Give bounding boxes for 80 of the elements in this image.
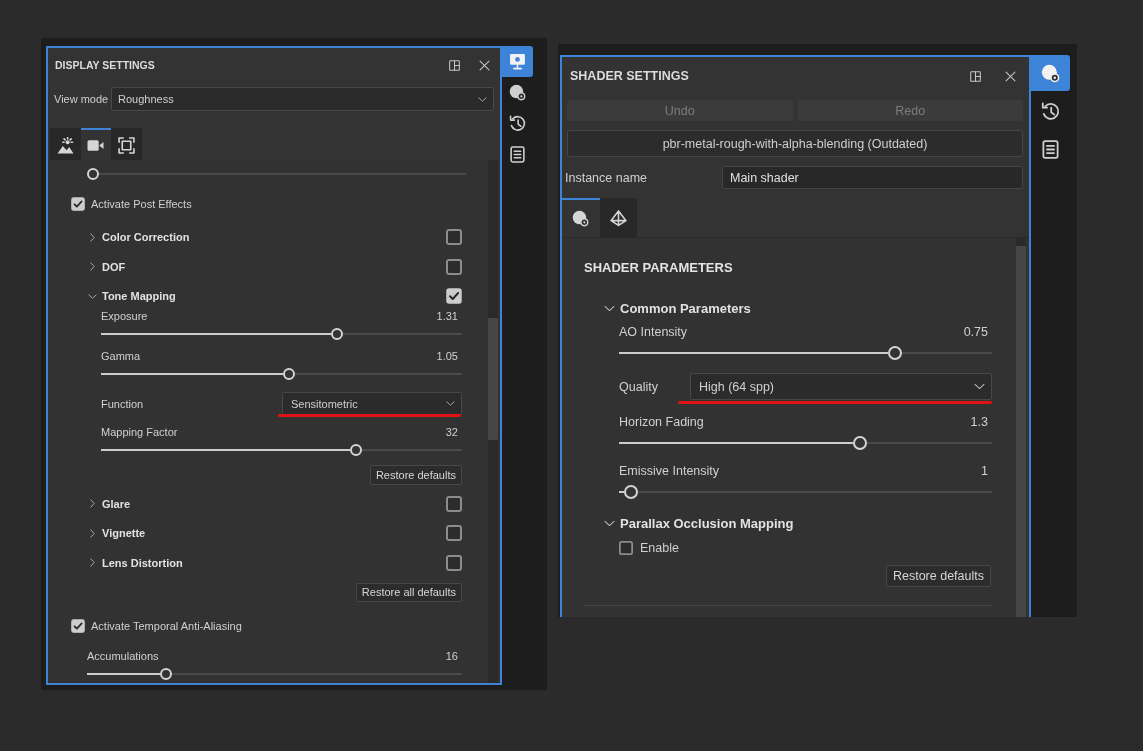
checkbox[interactable] [446,229,462,245]
checkbox[interactable] [446,258,462,275]
slider-value: 1.31 [436,310,459,322]
field-label: Quality [619,378,659,396]
slider-label: Gamma [101,350,141,362]
slider-value: 1.3 [970,415,989,429]
restore-defaults-button[interactable]: Restore defaults [369,465,462,485]
field-label: View mode [54,93,110,105]
dropdown[interactable]: High (64 spp) [690,373,992,400]
scrollbar-thumb[interactable] [488,318,498,440]
slider-label: Accumulations [87,649,159,662]
field-label: Function [101,396,145,412]
landscape-icon [56,136,74,154]
slider-label: AO Intensity [619,325,688,339]
checkbox[interactable] [71,197,85,211]
checkbox[interactable] [619,541,633,555]
checkbox-label: Activate Temporal Anti-Aliasing [91,619,242,632]
checkbox[interactable] [446,525,462,541]
slider-thumb[interactable] [852,436,867,450]
sphere-gear-icon [572,210,590,227]
slider-label: Emissive Intensity [619,464,720,478]
section-header[interactable]: DOF [88,260,126,273]
slider-value: 1 [981,464,989,478]
slider-label: Exposure [101,310,148,322]
slider-label: Horizon Fading [619,415,704,429]
dropdown[interactable]: Sensitometric [282,392,462,415]
dock-icon[interactable] [449,59,460,71]
checkbox-label: Activate Post Effects [91,198,192,210]
close-icon[interactable] [1005,70,1016,82]
slider-value: 32 [445,426,459,438]
section-header[interactable]: Lens Distortion [88,556,183,569]
section-header[interactable]: Parallax Occlusion Mapping [604,515,794,531]
section-header[interactable]: Tone Mapping [88,290,176,302]
restore-all-defaults-button[interactable]: Restore all defaults [355,582,462,602]
caret-icon [446,399,455,408]
clipboard-icon [509,146,526,163]
slider-value: 16 [445,649,459,662]
close-icon[interactable] [479,59,490,71]
section-header[interactable]: Color Correction [88,231,190,243]
history-icon [509,115,526,132]
sphere-gear-icon [509,84,526,101]
section-header[interactable]: Glare [88,497,131,510]
slider-thumb[interactable] [87,168,99,180]
field-label: Instance name [565,170,648,185]
slider-thumb[interactable] [624,485,639,499]
tab[interactable] [50,128,81,160]
scrollbar[interactable] [488,160,498,683]
panel-title: DISPLAY SETTINGS [55,59,156,71]
checkbox-label: Enable [640,541,679,555]
panel-title: SHADER SETTINGS [570,69,690,83]
checkbox[interactable] [71,618,85,633]
input-field[interactable]: Main shader [722,166,1023,189]
section-header[interactable]: Common Parameters [604,300,751,316]
checkbox[interactable] [446,288,462,304]
dropdown[interactable]: Roughness [111,87,494,111]
restore-defaults-button[interactable]: Restore defaults [885,565,991,587]
slider-value: 1.05 [436,350,459,362]
monitor-icon [509,53,526,70]
slider-thumb[interactable] [350,444,363,456]
checkbox[interactable] [446,495,462,512]
section-heading: SHADER PARAMETERS [584,260,734,276]
shader-button[interactable]: pbr-metal-rough-with-alpha-blending (Outdated) [567,130,1023,157]
dock-icon[interactable] [970,70,981,82]
tab[interactable] [111,128,142,160]
caret-icon [478,94,487,104]
pyramid-icon [609,210,627,227]
history-icon [1041,101,1060,121]
section-header[interactable]: Vignette [88,527,146,539]
checkbox[interactable] [446,554,462,571]
tab[interactable] [599,198,637,237]
frame-icon [117,136,135,154]
slider-thumb[interactable] [160,667,173,680]
clipboard-icon [1041,139,1060,159]
slider-thumb[interactable] [887,346,902,360]
slider-label: Mapping Factor [101,426,178,438]
slider-value: 0.75 [963,325,989,339]
slider-thumb[interactable] [282,368,295,380]
caret-icon [974,381,985,392]
sphere-gear-icon [1041,63,1060,83]
slider-thumb[interactable] [331,328,344,340]
